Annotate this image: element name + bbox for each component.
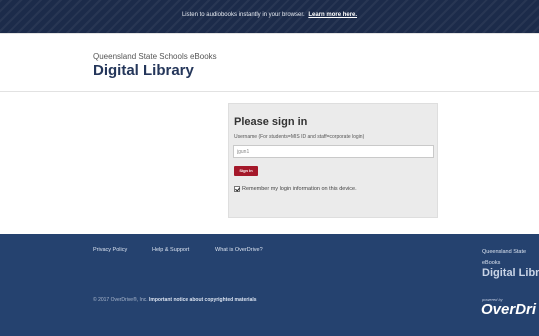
header-divider — [0, 33, 539, 34]
copyright-text: © 2017 OverDrive®, Inc. — [93, 297, 148, 303]
footer: Privacy Policy Help & Support What is Ov… — [0, 234, 539, 336]
learn-more-link[interactable]: Learn more here. — [308, 12, 357, 18]
copyright-notice-link[interactable]: Important notice about copyrighted mater… — [149, 297, 257, 303]
username-input[interactable] — [233, 145, 434, 158]
top-banner: Listen to audiobooks instantly in your b… — [0, 0, 539, 33]
username-label: Username (For students=MIS ID and staff=… — [234, 134, 365, 140]
sign-in-button[interactable]: Sign In — [234, 166, 258, 176]
banner-message: Listen to audiobooks instantly in your b… — [181, 12, 305, 18]
footer-brand-subtitle: Queensland State eBooks — [482, 247, 526, 269]
privacy-policy-link[interactable]: Privacy Policy — [93, 247, 127, 253]
library-subtitle: Queensland State Schools eBooks — [93, 52, 217, 61]
footer-brand-line1: Queensland State — [482, 249, 527, 255]
what-is-overdrive-link[interactable]: What is OverDrive? — [215, 247, 263, 253]
brand-divider — [0, 91, 539, 92]
sign-in-heading: Please sign in — [234, 116, 308, 128]
remember-checkbox[interactable] — [234, 186, 240, 192]
footer-brand-title: Digital Libr — [482, 267, 539, 279]
help-support-link[interactable]: Help & Support — [152, 247, 189, 253]
copyright-line: © 2017 OverDrive®, Inc. Important notice… — [93, 297, 257, 303]
remember-label[interactable]: Remember my login information on this de… — [242, 186, 357, 192]
overdrive-logo[interactable]: OverDri — [481, 301, 536, 318]
footer-brand-line2: eBooks — [482, 260, 501, 266]
sign-in-panel: Please sign in Username (For students=MI… — [228, 103, 438, 218]
library-title[interactable]: Digital Library — [93, 62, 194, 79]
banner-text: Listen to audiobooks instantly in your b… — [0, 12, 539, 18]
